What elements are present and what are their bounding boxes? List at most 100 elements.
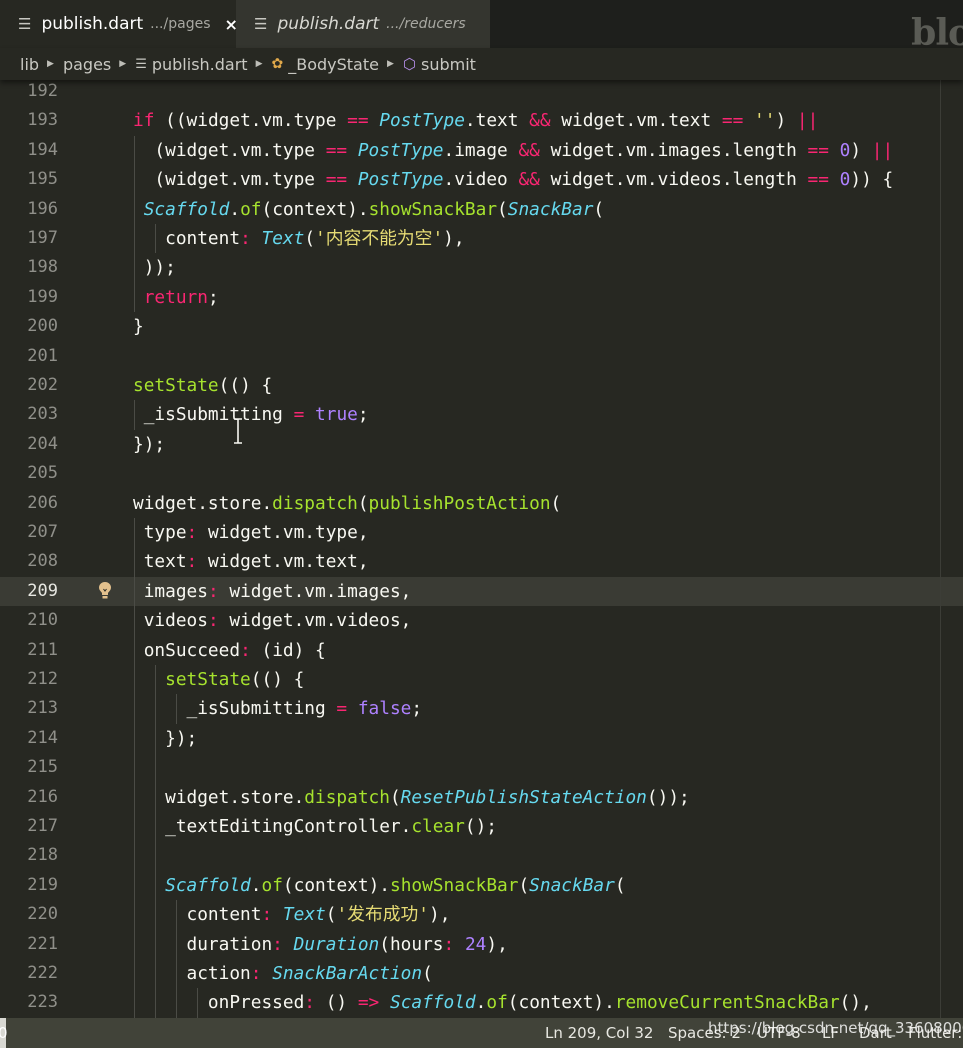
code-text[interactable]: if ((widget.vm.type == PostType.text && … bbox=[133, 106, 818, 135]
code-line[interactable]: 203 _isSubmitting = true; bbox=[0, 400, 963, 430]
line-number[interactable]: 194 bbox=[0, 136, 58, 165]
code-text[interactable]: _isSubmitting = true; bbox=[133, 400, 369, 429]
code-line[interactable]: 212 setState(() { bbox=[0, 665, 963, 695]
line-number[interactable]: 214 bbox=[0, 724, 58, 753]
code-line[interactable]: 208 text: widget.vm.text, bbox=[0, 547, 963, 577]
code-text[interactable]: (widget.vm.type == PostType.video && wid… bbox=[133, 165, 893, 194]
line-number[interactable]: 200 bbox=[0, 312, 58, 341]
code-text[interactable]: type: widget.vm.type, bbox=[133, 518, 369, 547]
code-text[interactable]: action: SnackBarAction( bbox=[133, 959, 433, 988]
line-number[interactable]: 210 bbox=[0, 606, 58, 635]
code-line[interactable]: 223 onPressed: () => Scaffold.of(context… bbox=[0, 988, 963, 1018]
code-line[interactable]: 221 duration: Duration(hours: 24), bbox=[0, 929, 963, 959]
breadcrumb-item-method[interactable]: ⬡ submit bbox=[403, 55, 476, 74]
breadcrumb-item-class[interactable]: ✿ _BodyState bbox=[271, 55, 378, 74]
line-number[interactable]: 223 bbox=[0, 988, 58, 1017]
line-number[interactable]: 213 bbox=[0, 694, 58, 723]
line-number[interactable]: 221 bbox=[0, 930, 58, 959]
breadcrumb-item-file[interactable]: ☰ publish.dart bbox=[135, 55, 247, 74]
line-number[interactable]: 206 bbox=[0, 489, 58, 518]
tab-publish-reducers[interactable]: ☰ publish.dart .../reducers bbox=[236, 0, 490, 48]
breadcrumb-item-pages[interactable]: pages bbox=[63, 55, 111, 74]
code-line[interactable]: 218 bbox=[0, 841, 963, 871]
code-text[interactable]: return; bbox=[133, 283, 219, 312]
code-text[interactable]: onPressed: () => Scaffold.of(context).re… bbox=[133, 988, 872, 1017]
code-line[interactable]: 196 Scaffold.of(context).showSnackBar(Sn… bbox=[0, 194, 963, 224]
code-text[interactable]: onSucceed: (id) { bbox=[133, 636, 326, 665]
line-number[interactable]: 218 bbox=[0, 841, 58, 870]
code-text[interactable]: duration: Duration(hours: 24), bbox=[133, 930, 508, 959]
line-number[interactable]: 216 bbox=[0, 783, 58, 812]
code-line[interactable]: 215 bbox=[0, 753, 963, 783]
line-number[interactable]: 222 bbox=[0, 959, 58, 988]
code-line[interactable]: 219 Scaffold.of(context).showSnackBar(Sn… bbox=[0, 870, 963, 901]
code-line[interactable]: 200} bbox=[0, 312, 963, 341]
code-line[interactable]: 214 }); bbox=[0, 723, 963, 754]
code-editor[interactable]: 192 193 if ((widget.vm.type == PostType.te… bbox=[0, 80, 963, 1018]
code-line[interactable]: 197 content: Text('内容不能为空'), bbox=[0, 224, 963, 254]
code-line[interactable]: 192 bbox=[0, 80, 963, 106]
code-text[interactable]: Scaffold.of(context).showSnackBar(SnackB… bbox=[133, 195, 604, 224]
code-line[interactable]: 204}); bbox=[0, 430, 963, 459]
code-text[interactable]: )); bbox=[133, 253, 176, 282]
code-line[interactable]: 211 onSucceed: (id) { bbox=[0, 635, 963, 665]
line-number[interactable]: 217 bbox=[0, 812, 58, 841]
code-line[interactable]: 213 _isSubmitting = false; bbox=[0, 694, 963, 724]
code-line[interactable]: 205 bbox=[0, 459, 963, 488]
code-line[interactable]: 222 action: SnackBarAction( bbox=[0, 959, 963, 989]
status-cursor-position[interactable]: Ln 209, Col 32 bbox=[545, 1024, 653, 1042]
line-number[interactable]: 203 bbox=[0, 400, 58, 429]
code-text[interactable]: _textEditingController.clear(); bbox=[133, 812, 497, 841]
line-number[interactable]: 199 bbox=[0, 283, 58, 312]
code-line[interactable]: 210 videos: widget.vm.videos, bbox=[0, 606, 963, 636]
line-number[interactable]: 215 bbox=[0, 753, 58, 782]
code-text[interactable]: widget.store.dispatch(publishPostAction( bbox=[133, 489, 561, 518]
line-number[interactable]: 204 bbox=[0, 430, 58, 459]
code-line[interactable]: 220 content: Text('发布成功'), bbox=[0, 900, 963, 930]
code-text[interactable]: images: widget.vm.images, bbox=[133, 577, 412, 606]
line-number[interactable]: 209 bbox=[0, 577, 58, 606]
line-number[interactable]: 211 bbox=[0, 636, 58, 665]
code-text[interactable]: (widget.vm.type == PostType.image && wid… bbox=[133, 136, 893, 165]
tab-publish-pages[interactable]: ☰ publish.dart .../pages × bbox=[0, 0, 238, 48]
code-line[interactable]: 199 return; bbox=[0, 282, 963, 313]
code-line[interactable]: 194 (widget.vm.type == PostType.image &&… bbox=[0, 135, 963, 166]
code-line[interactable]: 195 (widget.vm.type == PostType.video &&… bbox=[0, 165, 963, 195]
code-text[interactable]: setState(() { bbox=[133, 371, 272, 400]
code-text[interactable]: text: widget.vm.text, bbox=[133, 547, 369, 576]
code-line[interactable]: 202 setState(() { bbox=[0, 371, 963, 400]
line-number[interactable]: 196 bbox=[0, 195, 58, 224]
line-number[interactable]: 195 bbox=[0, 165, 58, 194]
code-text[interactable]: } bbox=[133, 312, 144, 341]
line-number[interactable]: 192 bbox=[0, 80, 58, 106]
code-line[interactable]: 193 if ((widget.vm.type == PostType.text … bbox=[0, 106, 963, 135]
line-number[interactable]: 202 bbox=[0, 371, 58, 400]
code-line[interactable]: 209 images: widget.vm.images, bbox=[0, 576, 963, 607]
code-text[interactable]: }); bbox=[133, 724, 197, 753]
code-text[interactable]: videos: widget.vm.videos, bbox=[133, 606, 412, 635]
code-text[interactable]: Scaffold.of(context).showSnackBar(SnackB… bbox=[133, 871, 625, 900]
code-line[interactable]: 216 widget.store.dispatch(ResetPublishSt… bbox=[0, 782, 963, 812]
line-number[interactable]: 212 bbox=[0, 665, 58, 694]
line-number[interactable]: 219 bbox=[0, 871, 58, 900]
code-line[interactable]: 207 type: widget.vm.type, bbox=[0, 518, 963, 548]
code-line[interactable]: 206 widget.store.dispatch(publishPostActi… bbox=[0, 489, 963, 518]
code-text[interactable]: _isSubmitting = false; bbox=[133, 694, 423, 723]
line-number[interactable]: 205 bbox=[0, 459, 58, 488]
code-text[interactable]: setState(() { bbox=[133, 665, 304, 694]
line-number[interactable]: 197 bbox=[0, 224, 58, 253]
line-number[interactable]: 208 bbox=[0, 547, 58, 576]
code-text[interactable]: }); bbox=[133, 430, 165, 459]
code-text[interactable]: content: Text('发布成功'), bbox=[133, 900, 451, 929]
code-text[interactable]: widget.store.dispatch(ResetPublishStateA… bbox=[133, 783, 690, 812]
line-number[interactable]: 193 bbox=[0, 106, 58, 135]
code-line[interactable]: 198 )); bbox=[0, 253, 963, 283]
lightbulb-icon[interactable] bbox=[97, 581, 113, 601]
code-line[interactable]: 217 _textEditingController.clear(); bbox=[0, 812, 963, 842]
code-text[interactable]: content: Text('内容不能为空'), bbox=[133, 224, 464, 253]
line-number[interactable]: 220 bbox=[0, 900, 58, 929]
line-number[interactable]: 207 bbox=[0, 518, 58, 547]
line-number[interactable]: 198 bbox=[0, 253, 58, 282]
line-number[interactable]: 201 bbox=[0, 342, 58, 371]
breadcrumb-item-lib[interactable]: lib bbox=[20, 55, 39, 74]
